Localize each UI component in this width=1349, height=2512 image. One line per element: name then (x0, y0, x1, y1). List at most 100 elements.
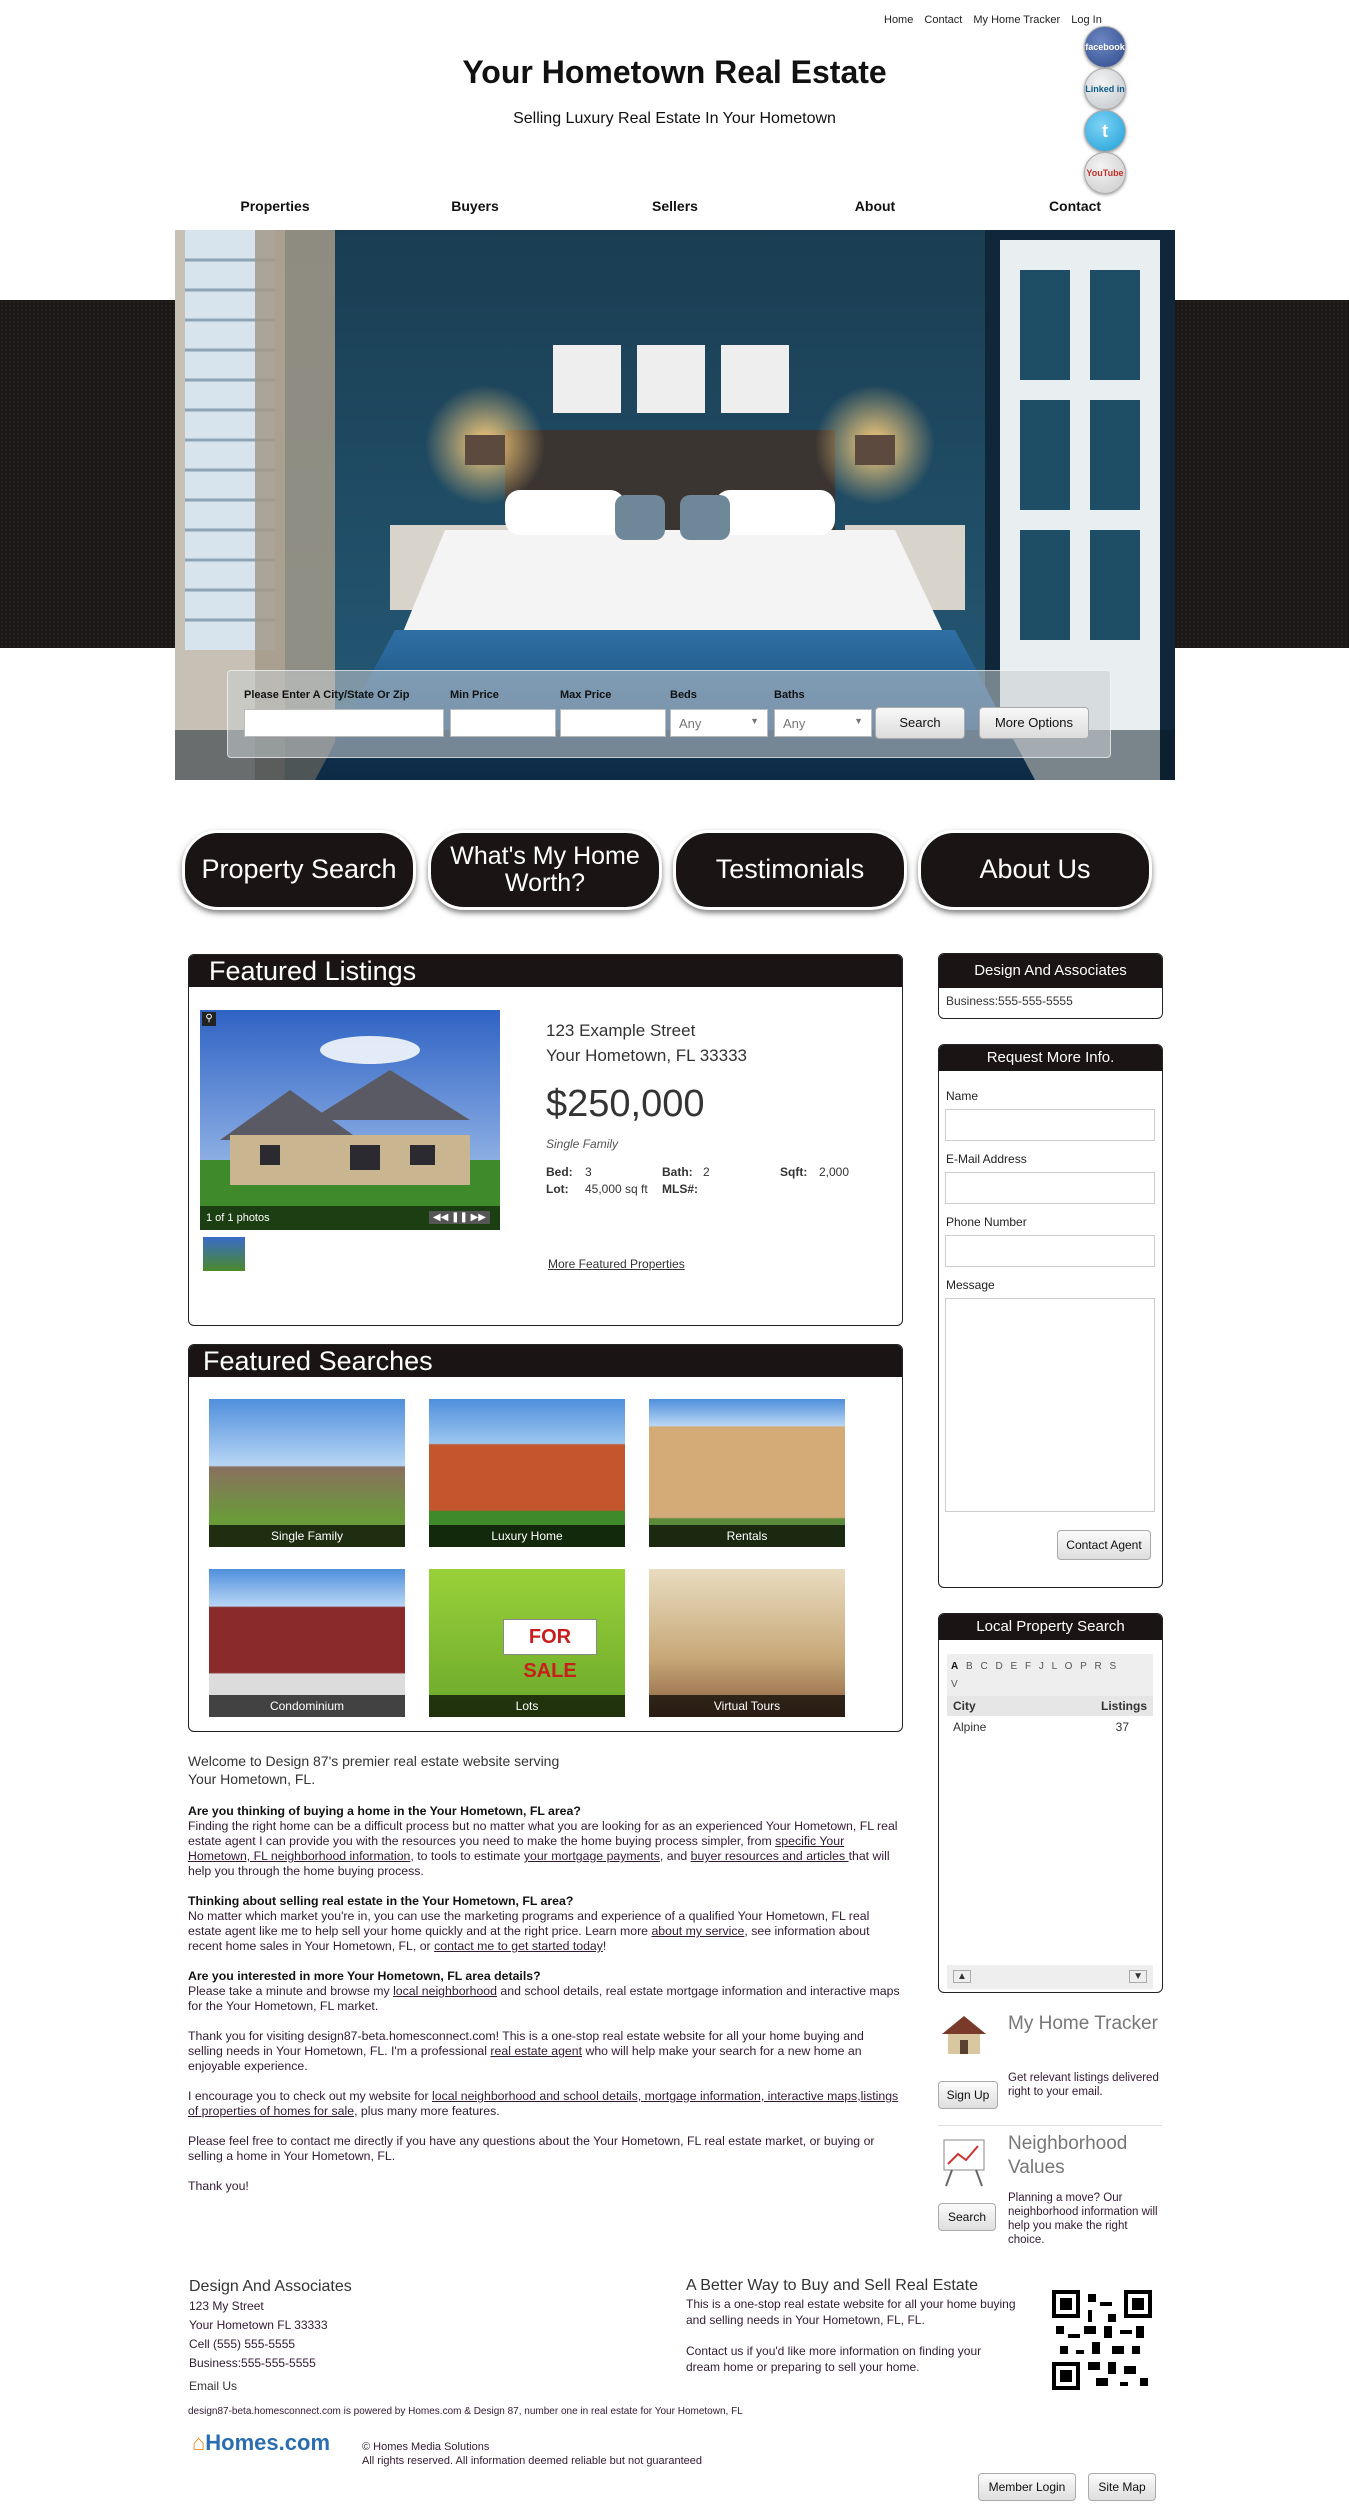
testimonials-pill[interactable]: Testimonials (673, 830, 907, 910)
letter-link[interactable]: S (1109, 1661, 1116, 1672)
sign-up-button[interactable]: Sign Up (938, 2081, 998, 2109)
slideshow-controls[interactable]: ◀◀ ❚❚ ▶▶ (428, 1211, 490, 1224)
home-worth-pill[interactable]: What's My Home Worth? (428, 830, 662, 910)
tile-virtual-tours[interactable]: Virtual Tours (649, 1569, 845, 1717)
for-sale-sign: FOR SALE (503, 1619, 597, 1682)
city-label: Please Enter A City/State Or Zip (244, 689, 410, 701)
more-options-button[interactable]: More Options (979, 707, 1089, 739)
tile-luxury-home[interactable]: Luxury Home (429, 1399, 625, 1547)
local-neighborhood-link[interactable]: local neighborhood (393, 1984, 497, 1998)
zoom-icon[interactable]: ⚲ (202, 1012, 216, 1026)
tracker-title: My Home Tracker (1008, 2013, 1158, 2034)
city-column-header: City (953, 1699, 976, 1713)
nav-about[interactable]: About (775, 198, 975, 214)
listing-photo[interactable]: 1 of 1 photos ◀◀ ❚❚ ▶▶ ⚲ (200, 1010, 500, 1230)
homes-logo[interactable]: ⌂Homes.com (192, 2430, 330, 2456)
encourage-text-b: , plus many more features. (354, 2104, 500, 2118)
top-link-tracker[interactable]: My Home Tracker (973, 14, 1060, 26)
values-title: Neighborhood Values (1008, 2133, 1128, 2178)
buyer-resources-link[interactable]: buyer resources and articles (691, 1849, 849, 1863)
get-started-link[interactable]: contact me to get started today (434, 1939, 603, 1953)
max-price-label: Max Price (560, 689, 612, 701)
letter-link[interactable]: A (951, 1661, 958, 1672)
house-photo (200, 1010, 500, 1230)
request-title: Request More Info. (939, 1045, 1162, 1071)
city-name: Alpine (953, 1720, 987, 1734)
photo-count-text: 1 of 1 photos (206, 1212, 270, 1224)
tile-lots[interactable]: FOR SALE Lots (429, 1569, 625, 1717)
letter-link[interactable]: O (1065, 1661, 1073, 1672)
footer-email-link[interactable]: Email Us (189, 2377, 237, 2396)
mortgage-link[interactable]: your mortgage payments (524, 1849, 660, 1863)
tile-label: Luxury Home (429, 1525, 625, 1547)
site-map-button[interactable]: Site Map (1088, 2473, 1156, 2501)
footer-tag-p1: This is a one-stop real estate website f… (686, 2297, 1016, 2327)
nav-properties[interactable]: Properties (175, 198, 375, 214)
email-input[interactable] (945, 1172, 1155, 1204)
lot-value: 45,000 sq ft (585, 1182, 648, 1196)
letter-link[interactable]: V (951, 1679, 958, 1690)
letter-link[interactable]: L (1052, 1661, 1057, 1672)
tile-rentals[interactable]: Rentals (649, 1399, 845, 1547)
tile-label: Single Family (209, 1525, 405, 1547)
baths-value: Any (783, 716, 806, 731)
letter-link[interactable]: C (980, 1661, 987, 1672)
letter-link[interactable]: D (995, 1661, 1002, 1672)
letter-link[interactable]: P (1080, 1661, 1087, 1672)
lot-label: Lot: (546, 1182, 569, 1196)
table-row[interactable]: Alpine 37 (947, 1716, 1153, 1738)
homes-logo-icon: ⌂ (192, 2430, 206, 2455)
min-price-input[interactable] (450, 709, 556, 737)
real-estate-agent-link[interactable]: real estate agent (490, 2044, 582, 2058)
phone-label: Phone Number (946, 1215, 1027, 1229)
scroll-up-icon[interactable]: ▲ (953, 1970, 971, 1983)
letter-link[interactable]: R (1094, 1661, 1101, 1672)
nav-contact[interactable]: Contact (975, 198, 1175, 214)
letter-link[interactable]: F (1025, 1661, 1031, 1672)
tracker-text: Get relevant listings delivered right to… (1008, 2072, 1159, 2098)
tile-condominium[interactable]: Condominium (209, 1569, 405, 1717)
local-search-title: Local Property Search (939, 1614, 1162, 1640)
about-service-link[interactable]: about my service (651, 1924, 744, 1938)
details-heading: Are you interested in more Your Hometown… (188, 1969, 541, 1983)
tile-single-family[interactable]: Single Family (209, 1399, 405, 1547)
top-link-home[interactable]: Home (884, 14, 913, 26)
top-link-login[interactable]: Log In (1071, 14, 1102, 26)
contact-agent-button[interactable]: Contact Agent (1057, 1530, 1151, 1560)
table-footer: ▲ ▼ (947, 1965, 1153, 1989)
bed-value: 3 (585, 1165, 592, 1179)
buying-heading: Are you thinking of buying a home in the… (188, 1804, 581, 1818)
values-search-button[interactable]: Search (938, 2203, 996, 2231)
top-links: Home Contact My Home Tracker Log In (884, 14, 1110, 26)
min-price-label: Min Price (450, 689, 499, 701)
agent-title: Design And Associates (939, 954, 1162, 988)
bath-value: 2 (703, 1165, 710, 1179)
buying-text-b: , to tools to estimate (410, 1849, 524, 1863)
scroll-down-icon[interactable]: ▼ (1129, 1970, 1147, 1983)
nav-sellers[interactable]: Sellers (575, 198, 775, 214)
beds-select[interactable]: Any ▼ (670, 709, 768, 737)
more-featured-link[interactable]: More Featured Properties (548, 1257, 685, 1271)
phone-input[interactable] (945, 1235, 1155, 1267)
letter-link[interactable]: B (966, 1661, 973, 1672)
facebook-icon-label: facebook (1085, 42, 1125, 52)
about-us-pill[interactable]: About Us (918, 830, 1152, 910)
sqft-label: Sqft: (780, 1165, 808, 1179)
listing-thumbnail[interactable] (203, 1237, 245, 1271)
baths-select[interactable]: Any ▼ (774, 709, 872, 737)
details-text-a: Please take a minute and browse my (188, 1984, 394, 1998)
property-search-pill[interactable]: Property Search (182, 830, 416, 910)
search-button[interactable]: Search (875, 707, 965, 739)
letter-link[interactable]: J (1039, 1661, 1044, 1672)
top-link-contact[interactable]: Contact (924, 14, 962, 26)
beds-label: Beds (670, 689, 697, 701)
youtube-icon[interactable]: YouTube (1084, 152, 1126, 194)
house-icon (938, 2012, 990, 2056)
message-textarea[interactable] (945, 1298, 1155, 1512)
city-input[interactable] (244, 709, 444, 737)
name-input[interactable] (945, 1109, 1155, 1141)
letter-link[interactable]: E (1011, 1661, 1018, 1672)
nav-buyers[interactable]: Buyers (375, 198, 575, 214)
member-login-button[interactable]: Member Login (978, 2473, 1076, 2501)
max-price-input[interactable] (560, 709, 666, 737)
